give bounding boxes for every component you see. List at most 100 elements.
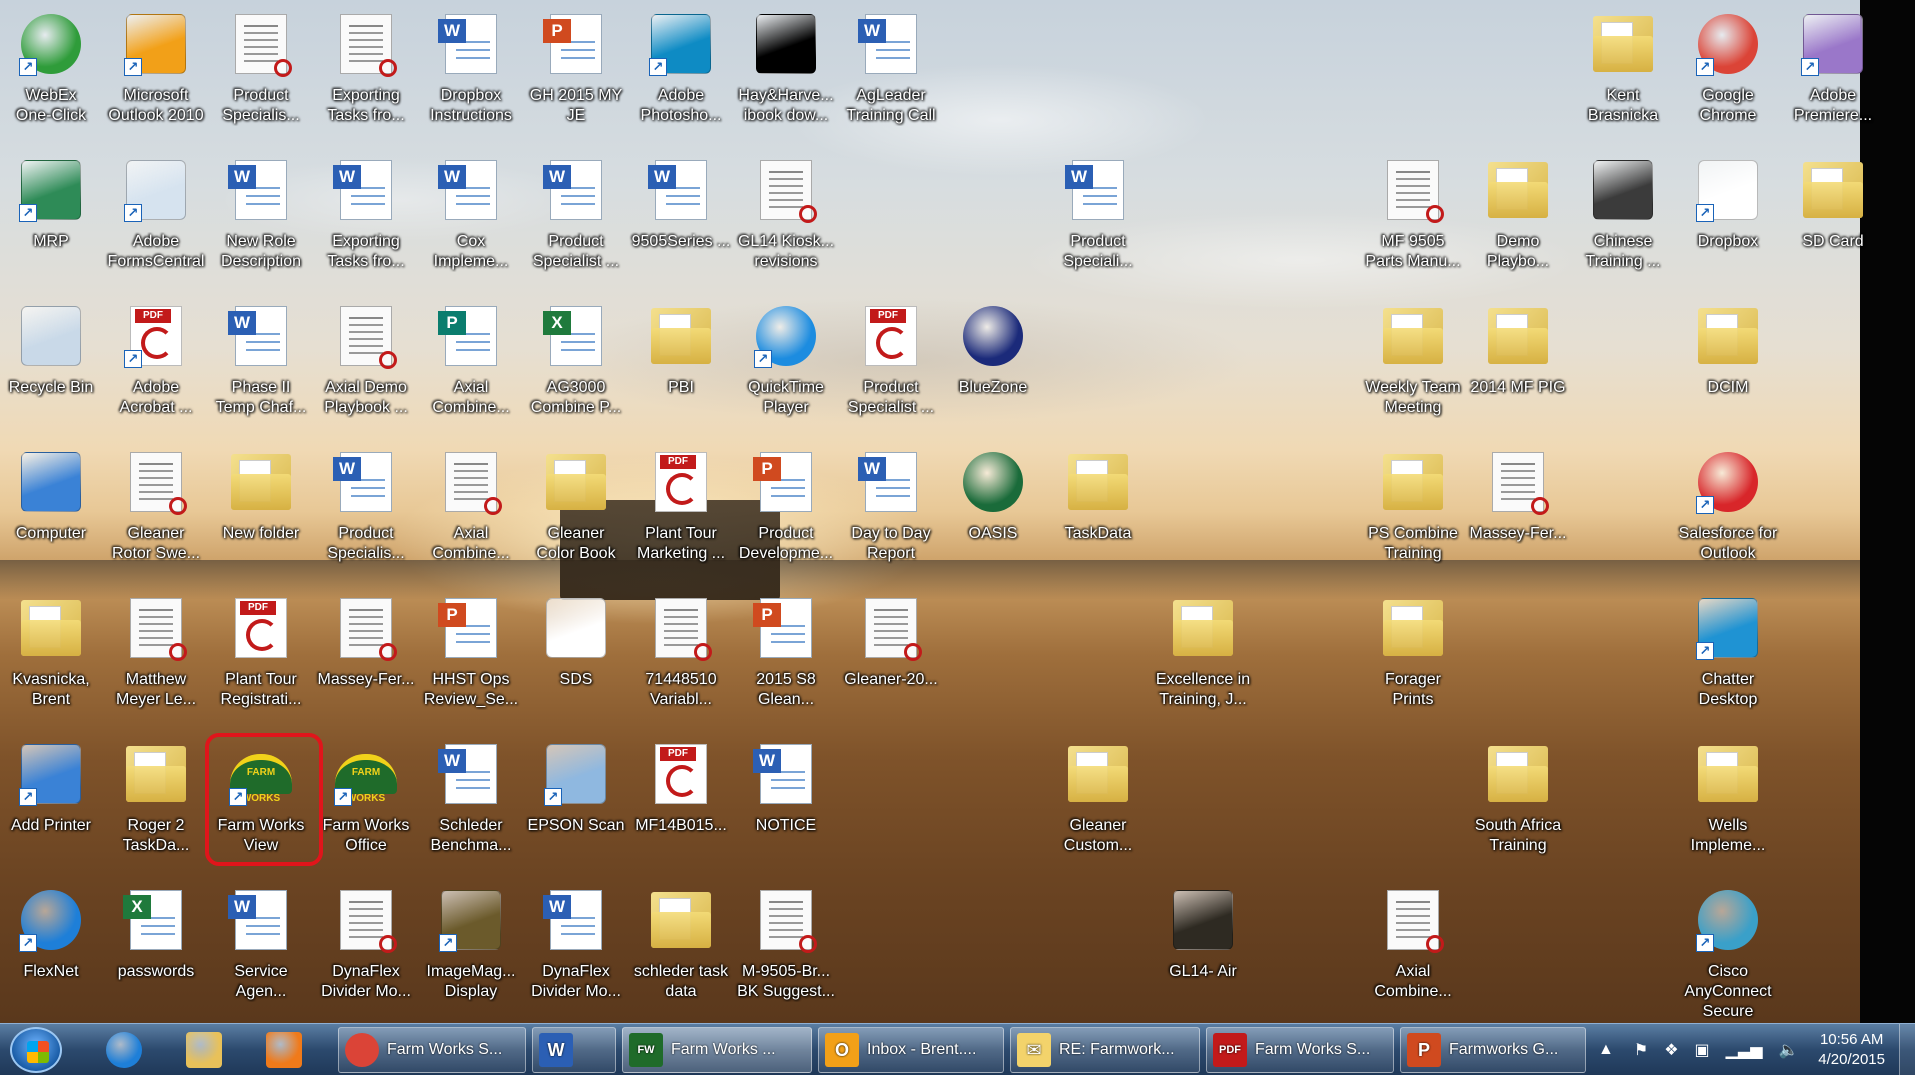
desktop-icon-plant-tour-mkt[interactable]: PDF Plant Tour Marketing ...: [629, 444, 733, 590]
desktop-icon-premiere[interactable]: ↗ Adobe Premiere...: [1781, 6, 1885, 152]
desktop-icon-dropbox-instr[interactable]: W Dropbox Instructions: [419, 6, 523, 152]
desktop-icon-epson[interactable]: ↗ EPSON Scan: [524, 736, 628, 882]
desktop-icon-71448510[interactable]: 71448510 Variabl...: [629, 590, 733, 736]
desktop-icon-sds[interactable]: SDS: [524, 590, 628, 736]
desktop-icon-chatter[interactable]: ↗ Chatter Desktop: [1676, 590, 1780, 736]
desktop-icon-product-spec-2[interactable]: W Product Specialist ...: [524, 152, 628, 298]
desktop-icon-massey-2[interactable]: Massey-Fer...: [314, 590, 418, 736]
desktop-icon-flexnet[interactable]: ↗ FlexNet: [0, 882, 103, 1028]
desktop-icon-chinese[interactable]: Chinese Training ...: [1571, 152, 1675, 298]
desktop-icon-9505series[interactable]: W 9505Series ...: [629, 152, 733, 298]
desktop-icon-massey-1[interactable]: Massey-Fer...: [1466, 444, 1570, 590]
taskbar-window-mail[interactable]: ✉ RE: Farmwork...: [1010, 1027, 1200, 1073]
desktop-icon-mf14b015[interactable]: PDF MF14B015...: [629, 736, 733, 882]
desktop-icon-gl14air[interactable]: GL14- Air: [1151, 882, 1255, 1028]
desktop-icon-computer[interactable]: Computer: [0, 444, 103, 590]
desktop-icon-kent[interactable]: Kent Brasnicka: [1571, 6, 1675, 152]
desktop-icon-pbi[interactable]: PBI: [629, 298, 733, 444]
desktop-icon-excellence[interactable]: Excellence in Training, J...: [1151, 590, 1255, 736]
desktop-icon-quicktime[interactable]: ↗ QuickTime Player: [734, 298, 838, 444]
desktop-icon-taskdata-1[interactable]: TaskData: [1046, 444, 1150, 590]
desktop-icon-matthew[interactable]: Matthew Meyer Le...: [104, 590, 208, 736]
desktop-icon-product-spec-5[interactable]: W Product Specialis...: [314, 444, 418, 590]
desktop-icon-gleaner-rotor[interactable]: Gleaner Rotor Swe...: [104, 444, 208, 590]
taskbar-window-chrome[interactable]: Farm Works S...: [338, 1027, 526, 1073]
start-button[interactable]: [10, 1027, 62, 1073]
desktop-icon-exporting-2[interactable]: W Exporting Tasks fro...: [314, 152, 418, 298]
desktop-icon-recycle[interactable]: Recycle Bin: [0, 298, 103, 444]
desktop-icon-outlook[interactable]: ↗ Microsoft Outlook 2010: [104, 6, 208, 152]
desktop-icon-dropbox[interactable]: ↗ Dropbox: [1676, 152, 1780, 298]
desktop-icon-hay[interactable]: Hay&Harve... ibook dow...: [734, 6, 838, 152]
desktop-icon-gh2015[interactable]: P GH 2015 MY JE: [524, 6, 628, 152]
desktop-icon-demo-playbook[interactable]: Demo Playbo...: [1466, 152, 1570, 298]
desktop-icon-south-africa[interactable]: South Africa Training: [1466, 736, 1570, 882]
action-center-flag-icon[interactable]: ⚑: [1634, 1040, 1648, 1060]
desktop-icon-product-spec-1[interactable]: Product Specialis...: [209, 6, 313, 152]
desktop-icon-gleaner-colorbook[interactable]: Gleaner Color Book: [524, 444, 628, 590]
desktop-icon-2015s8[interactable]: P 2015 S8 Glean...: [734, 590, 838, 736]
desktop-icon-imagemag[interactable]: ↗ ImageMag... Display: [419, 882, 523, 1028]
desktop-icon-cox[interactable]: W Cox Impleme...: [419, 152, 523, 298]
desktop-icon-plant-tour-reg[interactable]: PDF Plant Tour Registrati...: [209, 590, 313, 736]
desktop-icon-new-folder[interactable]: New folder: [209, 444, 313, 590]
tray-expand-icon[interactable]: ▲: [1598, 1041, 1614, 1059]
desktop-icon-weekly[interactable]: Weekly Team Meeting: [1361, 298, 1465, 444]
desktop-icon-kvasnicka[interactable]: Kvasnicka, Brent: [0, 590, 103, 736]
desktop-icon-axial-demo[interactable]: Axial Demo Playbook ...: [314, 298, 418, 444]
desktop-icon-exporting-1[interactable]: Exporting Tasks fro...: [314, 6, 418, 152]
desktop-icon-dynaflex-1[interactable]: DynaFlex Divider Mo...: [314, 882, 418, 1028]
desktop-icon-roger2[interactable]: Roger 2 TaskDa...: [104, 736, 208, 882]
desktop-icon-agleader[interactable]: W AgLeader Training Call: [839, 6, 943, 152]
desktop-icon-add-printer[interactable]: ↗ Add Printer: [0, 736, 103, 882]
desktop-icon-ps-combine[interactable]: PS Combine Training: [1361, 444, 1465, 590]
signal-icon[interactable]: ▁▃▅: [1726, 1040, 1763, 1060]
taskbar-pinned-windows-explorer[interactable]: [172, 1028, 236, 1072]
desktop-icon-dcim[interactable]: DCIM: [1676, 298, 1780, 444]
desktop-icon-photoshop[interactable]: ↗ Adobe Photosho...: [629, 6, 733, 152]
desktop-icon-service-agen[interactable]: W Service Agen...: [209, 882, 313, 1028]
desktop-icon-cisco[interactable]: ↗ Cisco AnyConnect Secure: [1676, 882, 1780, 1028]
desktop-icon-m9505[interactable]: M-9505-Br... BK Suggest...: [734, 882, 838, 1028]
desktop-icon-mf9505[interactable]: MF 9505 Parts Manu...: [1361, 152, 1465, 298]
taskbar-window-pdf[interactable]: PDF Farm Works S...: [1206, 1027, 1394, 1073]
desktop-icon-sdcard[interactable]: SD Card: [1781, 152, 1885, 298]
desktop-icon-ag3000[interactable]: X AG3000 Combine P...: [524, 298, 628, 444]
desktop-icon-axial-combine-2[interactable]: Axial Combine...: [419, 444, 523, 590]
desktop-icon-acrobat[interactable]: PDF ↗ Adobe Acrobat ...: [104, 298, 208, 444]
desktop-icon-dynaflex-2[interactable]: W DynaFlex Divider Mo...: [524, 882, 628, 1028]
taskbar-pinned-internet-explorer[interactable]: [92, 1028, 156, 1072]
desktop-icon-product-spec-4[interactable]: PDF Product Specialist ...: [839, 298, 943, 444]
taskbar-pinned-media-player[interactable]: [252, 1028, 316, 1072]
desktop-icon-farmworks-office[interactable]: FARM WORKS ↗ Farm Works Office: [314, 736, 418, 882]
taskbar-window-word[interactable]: W: [532, 1027, 616, 1073]
desktop-icon-webex[interactable]: ↗ WebEx One-Click: [0, 6, 103, 152]
desktop-icon-phase2[interactable]: W Phase II Temp Chaf...: [209, 298, 313, 444]
desktop-icon-forager[interactable]: Forager Prints: [1361, 590, 1465, 736]
dropbox-tray-icon[interactable]: ❖: [1664, 1040, 1678, 1060]
desktop-icon-new-role[interactable]: W New Role Description: [209, 152, 313, 298]
desktop-icon-product-dev[interactable]: P Product Developme...: [734, 444, 838, 590]
network-device-icon[interactable]: ▣: [1695, 1040, 1710, 1060]
desktop-icon-gl14kiosk[interactable]: GL14 Kiosk... revisions: [734, 152, 838, 298]
desktop-icon-product-spec-3[interactable]: W Product Speciali...: [1046, 152, 1150, 298]
desktop-icon-daytoday[interactable]: W Day to Day Report: [839, 444, 943, 590]
desktop-icon-gleaner-20[interactable]: Gleaner-20...: [839, 590, 943, 736]
desktop-icon-mrp[interactable]: ↗ MRP: [0, 152, 103, 298]
desktop-icon-axial-combine-3[interactable]: Axial Combine...: [1361, 882, 1465, 1028]
desktop-icon-schleder-task[interactable]: schleder task data: [629, 882, 733, 1028]
taskbar-window-farmworks[interactable]: FW Farm Works ...: [622, 1027, 812, 1073]
desktop-icon-notice[interactable]: W NOTICE: [734, 736, 838, 882]
taskbar-window-ppt[interactable]: P Farmworks G...: [1400, 1027, 1586, 1073]
desktop-icon-farmworks-view[interactable]: FARM WORKS ↗ Farm Works View: [209, 736, 313, 882]
clock[interactable]: 10:56 AM 4/20/2015: [1818, 1030, 1885, 1070]
desktop-icon-wells[interactable]: Wells Impleme...: [1676, 736, 1780, 882]
desktop-icon-passwords[interactable]: Xpasswords: [104, 882, 208, 1028]
volume-icon[interactable]: 🔈: [1779, 1040, 1799, 1060]
desktop-icon-salesforce[interactable]: ↗ Salesforce for Outlook: [1676, 444, 1780, 590]
desktop-icon-oasis[interactable]: OASIS: [941, 444, 1045, 590]
desktop-icon-formscentral[interactable]: ↗ Adobe FormsCentral: [104, 152, 208, 298]
desktop-icon-gleaner-custom[interactable]: Gleaner Custom...: [1046, 736, 1150, 882]
desktop-icon-schleder[interactable]: W Schleder Benchma...: [419, 736, 523, 882]
desktop-icon-mfpig[interactable]: 2014 MF PIG: [1466, 298, 1570, 444]
